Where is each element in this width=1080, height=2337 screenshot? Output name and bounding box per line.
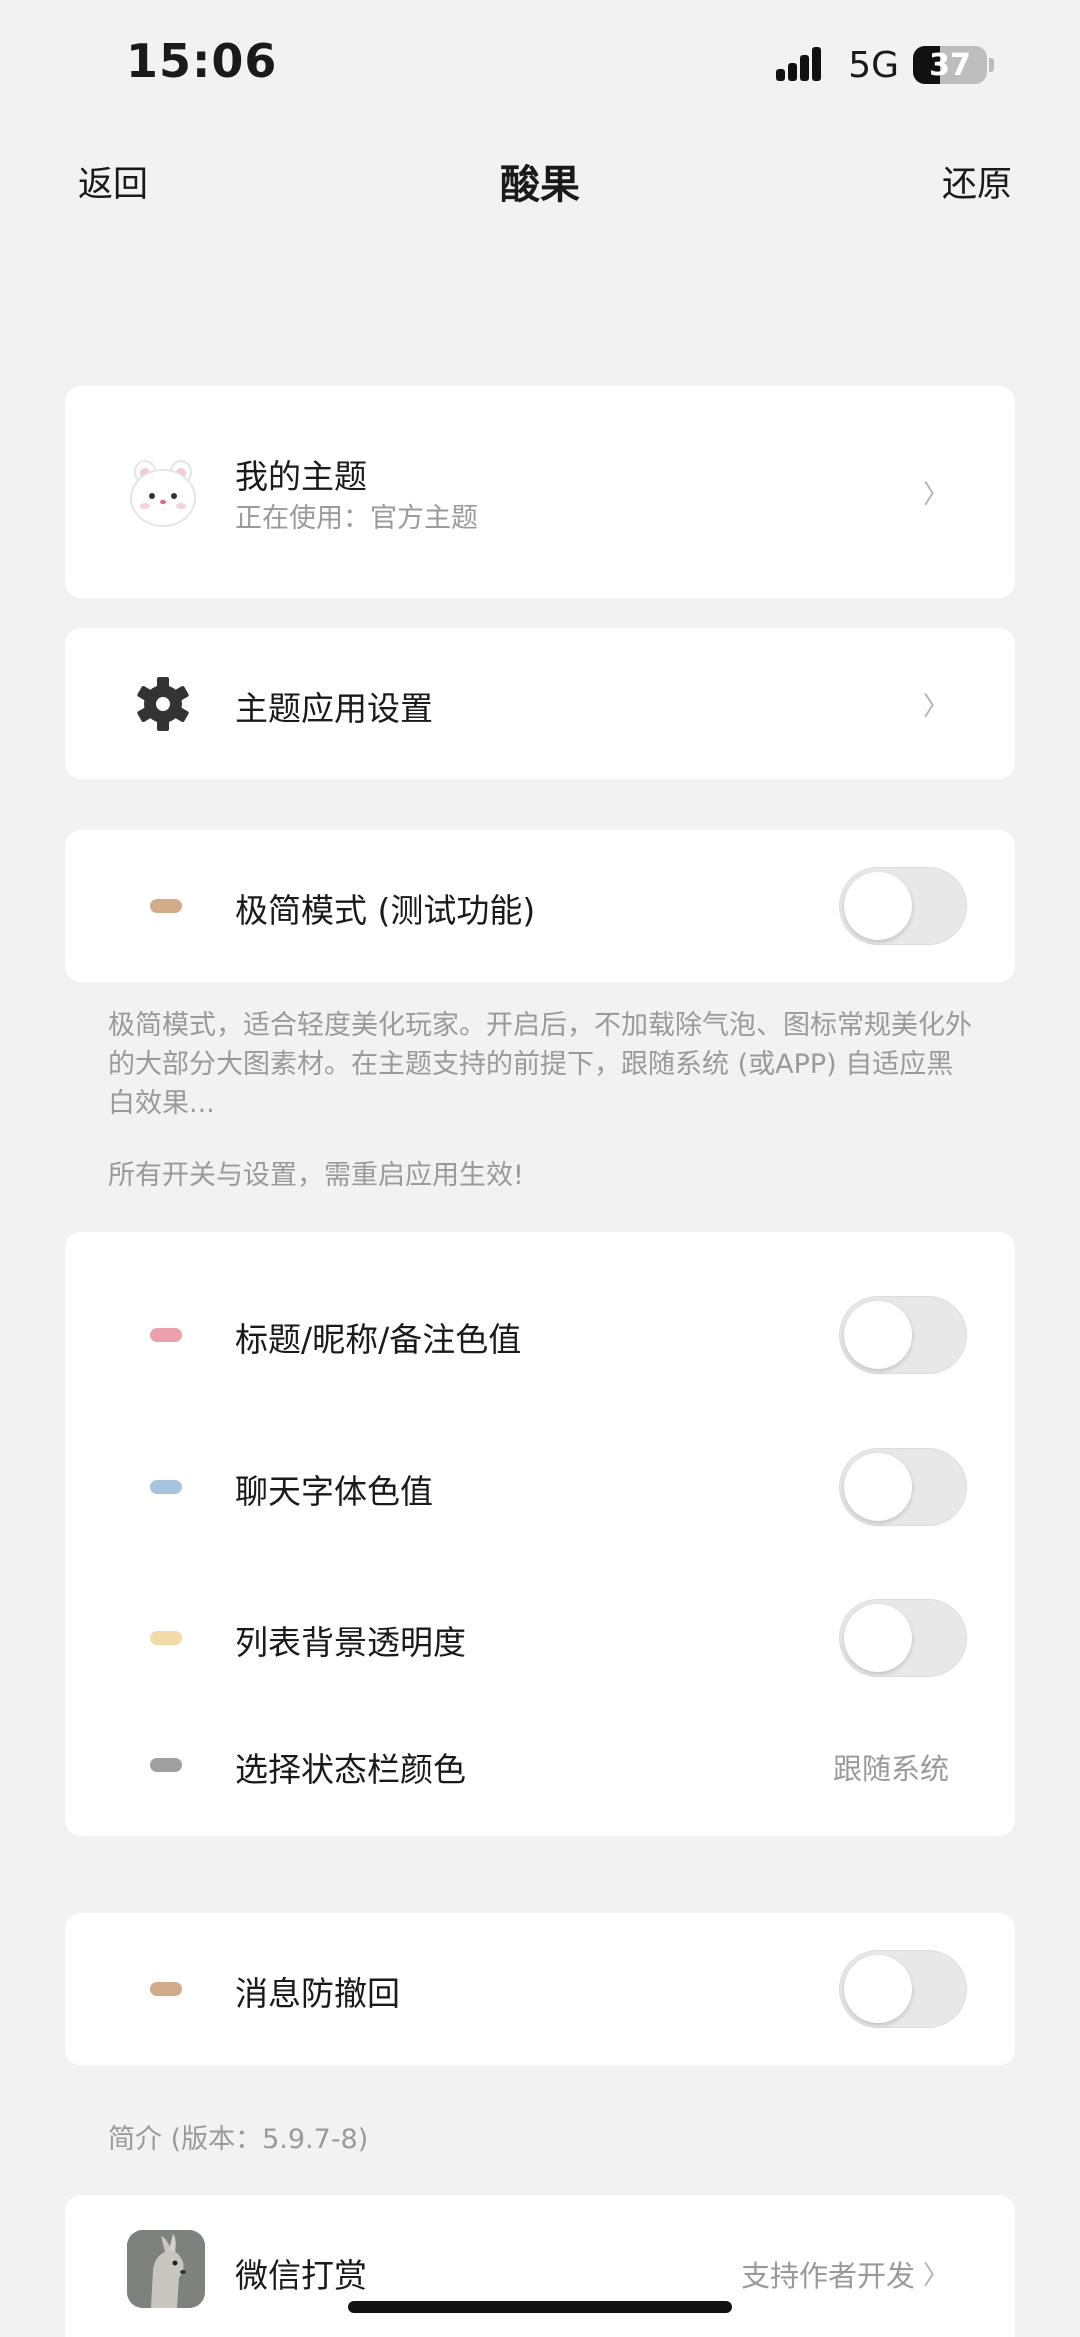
chevron-right-icon: 〉: [922, 2261, 949, 2291]
minimal-mode-toggle[interactable]: [839, 867, 967, 945]
my-theme-title: 我的主题: [235, 457, 367, 496]
bear-avatar-icon: [123, 452, 203, 532]
status-time: 15:06: [126, 34, 278, 88]
chat-font-color-toggle[interactable]: [839, 1448, 967, 1526]
anti-recall-toggle[interactable]: [839, 1950, 967, 2028]
network-type: 5G: [848, 44, 899, 86]
screen: 15:06 5G 37 返回 酸果 还原 我的主题 正在使用：官方主题 〉 主题…: [0, 0, 1080, 2337]
reward-label: 微信打赏: [235, 2256, 367, 2295]
pill-icon: [150, 899, 182, 913]
theme-settings-label: 主题应用设置: [235, 689, 433, 728]
reward-card[interactable]: 微信打赏 支持作者开发 〉: [65, 2195, 1015, 2337]
anti-recall-card: 消息防撤回: [65, 1913, 1015, 2065]
setting-label: 聊天字体色值: [235, 1472, 433, 1511]
setting-row-list-transparency[interactable]: 列表背景透明度: [65, 1563, 1015, 1713]
my-theme-subtitle: 正在使用：官方主题: [235, 503, 478, 534]
chevron-right-icon: 〉: [922, 480, 949, 510]
setting-row-title-color[interactable]: 标题/昵称/备注色值: [65, 1260, 1015, 1410]
reward-value: 支持作者开发: [740, 2259, 915, 2293]
list-transparency-toggle[interactable]: [839, 1599, 967, 1677]
signal-icon: [776, 45, 834, 85]
minimal-mode-note: 极简模式，适合轻度美化玩家。开启后，不加载除气泡、图标常规美化外的大部分大图素材…: [108, 1010, 972, 1119]
pill-icon: [150, 1758, 182, 1772]
status-bar-color-value: 跟随系统: [832, 1752, 949, 1786]
gear-icon: [135, 676, 191, 732]
pill-icon: [150, 1982, 182, 1996]
toggle-knob: [844, 1955, 912, 2023]
setting-row-status-bar-color[interactable]: 选择状态栏颜色 跟随系统: [65, 1715, 1015, 1830]
battery-cap: [989, 58, 994, 72]
kangaroo-avatar-icon: [127, 2230, 205, 2308]
chevron-right-icon: 〉: [922, 692, 949, 722]
reset-button[interactable]: 还原: [942, 156, 1012, 207]
toggle-knob: [844, 1301, 912, 1369]
intro-note: 简介 (版本：5.9.7-8): [108, 2124, 369, 2155]
pill-icon: [150, 1631, 182, 1645]
page-title: 酸果: [500, 162, 580, 208]
setting-label: 标题/昵称/备注色值: [235, 1320, 522, 1359]
minimal-mode-label: 极简模式 (测试功能): [235, 891, 536, 930]
toggle-knob: [844, 1453, 912, 1521]
status-indicators: 5G 37: [776, 42, 994, 88]
minimal-mode-card: 极简模式 (测试功能): [65, 830, 1015, 982]
home-indicator[interactable]: [348, 2301, 732, 2313]
setting-label: 选择状态栏颜色: [235, 1750, 466, 1789]
setting-label: 列表背景透明度: [235, 1623, 466, 1662]
toggle-knob: [844, 1604, 912, 1672]
pill-icon: [150, 1328, 182, 1342]
battery-icon: 37: [913, 46, 987, 84]
title-color-toggle[interactable]: [839, 1296, 967, 1374]
pill-icon: [150, 1480, 182, 1494]
theme-settings-card[interactable]: 主题应用设置 〉: [65, 628, 1015, 779]
my-theme-card[interactable]: 我的主题 正在使用：官方主题 〉: [65, 386, 1015, 598]
anti-recall-label: 消息防撤回: [235, 1974, 400, 2013]
battery-percent: 37: [929, 47, 971, 83]
toggle-knob: [844, 872, 912, 940]
setting-row-chat-font-color[interactable]: 聊天字体色值: [65, 1412, 1015, 1562]
restart-note: 所有开关与设置，需重启应用生效!: [108, 1160, 524, 1191]
color-settings-card: 标题/昵称/备注色值 聊天字体色值 列表背景透明度 选择状态栏颜色 跟随系统: [65, 1232, 1015, 1836]
